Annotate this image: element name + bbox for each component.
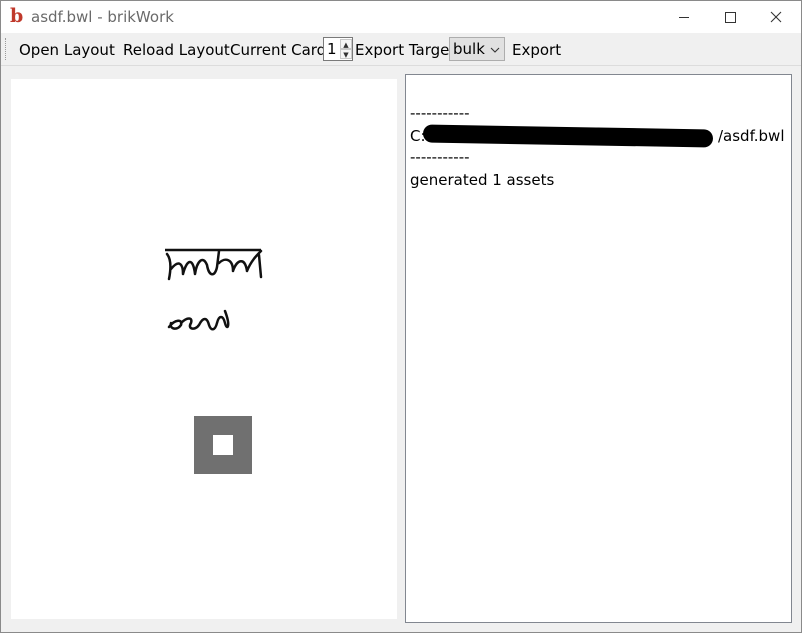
export-button[interactable]: Export [512, 41, 561, 59]
current-card-value[interactable]: 1 [327, 40, 337, 58]
export-target-select[interactable]: bulk [449, 37, 505, 61]
redaction-mark [422, 124, 714, 148]
title-bar[interactable]: b asdf.bwl - brikWork [1, 1, 801, 33]
card-square-inner [213, 435, 233, 455]
close-button[interactable] [753, 1, 799, 33]
current-card-label: Current Card [230, 41, 327, 59]
log-line-path-suffix: /asdf.bwl [718, 127, 785, 145]
app-icon: b [10, 5, 24, 27]
spin-up-icon[interactable]: ▲ [340, 39, 352, 49]
toolbar: Open Layout Reload Layout Current Card 1… [1, 33, 801, 66]
toolbar-grip-icon[interactable] [5, 38, 8, 60]
reload-layout-button[interactable]: Reload Layout [123, 41, 230, 59]
export-target-value: bulk [453, 40, 485, 58]
maximize-icon [725, 12, 736, 23]
spin-down-icon[interactable]: ▼ [340, 49, 352, 59]
log-line-generated: generated 1 assets [410, 171, 555, 189]
log-output-panel[interactable]: ----------- C: /asdf.bwl ----------- gen… [405, 74, 792, 623]
minimize-button[interactable] [661, 1, 707, 33]
minimize-icon [679, 17, 689, 18]
export-target-label: Export Target [355, 41, 456, 59]
card-preview-canvas[interactable] [11, 79, 397, 619]
chevron-down-icon [490, 47, 500, 53]
maximize-button[interactable] [707, 1, 753, 33]
close-icon [770, 11, 782, 23]
app-window: b asdf.bwl - brikWork Open Layout Reload… [0, 0, 802, 633]
current-card-spinbox[interactable]: 1 ▲ ▼ [323, 37, 353, 61]
handwritten-scribble-icon [165, 248, 263, 331]
log-line-separator-top: ----------- [410, 104, 470, 122]
card-square-shape [194, 416, 252, 474]
window-title: asdf.bwl - brikWork [31, 8, 174, 26]
log-line-separator-bottom: ----------- [410, 148, 470, 166]
open-layout-button[interactable]: Open Layout [19, 41, 115, 59]
